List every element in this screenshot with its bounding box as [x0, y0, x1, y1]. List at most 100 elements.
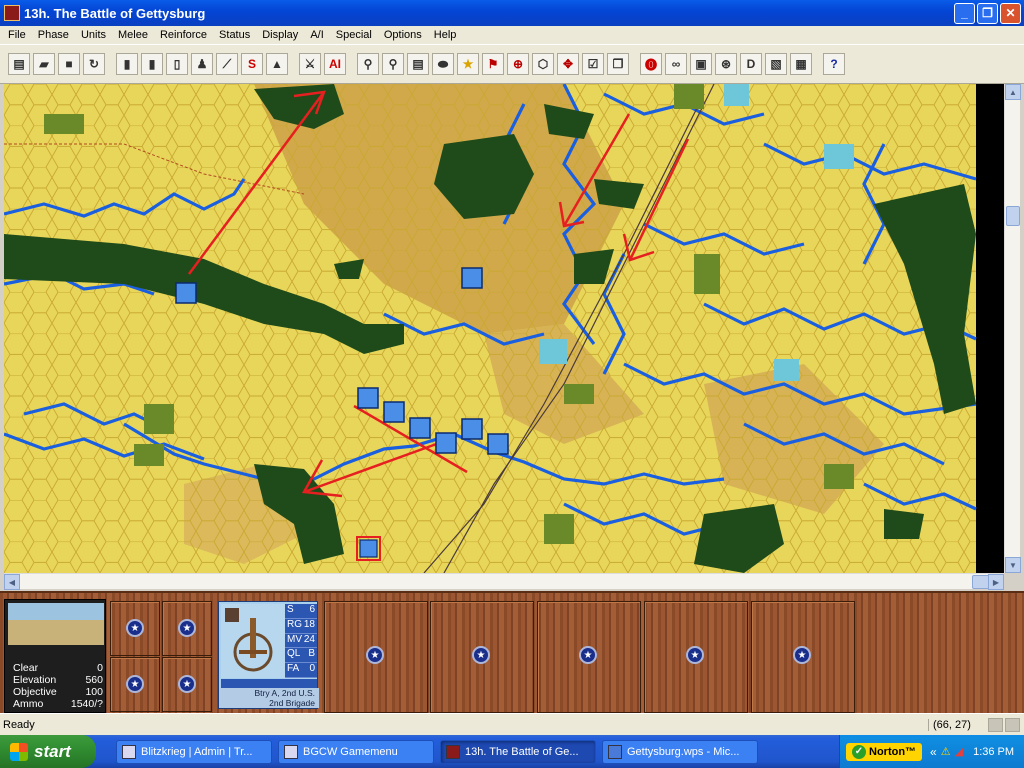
- terrain-info: Clear 0 Elevation 560 Objective 100 Ammo 154…: [4, 599, 106, 713]
- can-icon[interactable]: ▮: [116, 53, 138, 75]
- chevron-left-icon[interactable]: «: [930, 745, 937, 759]
- stop-icon[interactable]: ⓿: [640, 53, 662, 75]
- stat-value: B: [308, 648, 315, 660]
- doc-icon[interactable]: ▧: [765, 53, 787, 75]
- stat-value: 0: [309, 663, 315, 675]
- menu-units[interactable]: Units: [75, 29, 112, 41]
- new-icon[interactable]: ▤: [8, 53, 30, 75]
- restore-button[interactable]: ❐: [977, 2, 998, 24]
- objective-value: 100: [85, 686, 103, 698]
- unit-slot[interactable]: ★: [110, 657, 160, 712]
- window-icon: [284, 744, 298, 759]
- union-star-icon: ★: [579, 646, 597, 664]
- close-button[interactable]: ✕: [1000, 2, 1021, 24]
- terrain-label: Clear: [13, 662, 39, 674]
- help-button[interactable]: ?: [823, 53, 845, 75]
- unit-slot[interactable]: ★: [162, 601, 212, 656]
- menu-special[interactable]: Special: [330, 29, 378, 41]
- speaker-icon[interactable]: ◢: [955, 745, 963, 758]
- lock-icon[interactable]: ▣: [690, 53, 712, 75]
- menu-status[interactable]: Status: [213, 29, 256, 41]
- flag-icon[interactable]: ⚑: [482, 53, 504, 75]
- check-icon: ✓: [852, 744, 866, 759]
- stat-value: 24: [303, 633, 315, 645]
- scroll-down-icon[interactable]: ▼: [1005, 557, 1021, 573]
- pin-icon[interactable]: ⚲: [357, 53, 379, 75]
- ai-button[interactable]: AI: [324, 53, 346, 75]
- menu-melee[interactable]: Melee: [112, 29, 154, 41]
- menu-display[interactable]: Display: [256, 29, 304, 41]
- nav-left-icon[interactable]: [988, 717, 1003, 732]
- taskbar-item[interactable]: Blitzkrieg | Admin | Tr...: [116, 739, 272, 764]
- start-button[interactable]: start: [0, 735, 96, 768]
- check-icon[interactable]: ☑: [582, 53, 604, 75]
- target-icon[interactable]: ⊕: [507, 53, 529, 75]
- pill-icon[interactable]: ▯: [166, 53, 188, 75]
- scroll-thumb[interactable]: [1006, 206, 1020, 226]
- menu-help[interactable]: Help: [428, 29, 463, 41]
- unit-slot[interactable]: ★: [644, 601, 748, 713]
- soldier-icon[interactable]: ♟: [191, 53, 213, 75]
- unit-slot[interactable]: ★: [162, 657, 212, 712]
- unit-slot[interactable]: ★: [430, 601, 534, 713]
- nav-right-icon[interactable]: [1005, 717, 1020, 732]
- pyramid-icon[interactable]: ▲: [266, 53, 288, 75]
- recycle-icon[interactable]: ↻: [83, 53, 105, 75]
- d-button[interactable]: D: [740, 53, 762, 75]
- unit-slot[interactable]: ★: [324, 601, 428, 713]
- pin2-icon[interactable]: ⚲: [382, 53, 404, 75]
- taskbar-item[interactable]: Gettysburg.wps - Mic...: [602, 739, 758, 764]
- map-vertical-scrollbar[interactable]: ▲ ▼: [1004, 84, 1021, 573]
- union-star-icon: ★: [793, 646, 811, 664]
- selected-unit-card[interactable]: S6 RG18 MV24 QLB FA0 ★ Btry A, 2nd U.S. …: [218, 601, 319, 709]
- stat-label: QL: [287, 648, 301, 660]
- union-star-icon: ★: [366, 646, 384, 664]
- s-button[interactable]: S: [241, 53, 263, 75]
- menu-file[interactable]: File: [2, 29, 32, 41]
- union-star-icon: ★: [178, 675, 196, 693]
- scroll-right-icon[interactable]: ▶: [988, 574, 1004, 590]
- game-map[interactable]: [4, 84, 1004, 573]
- scroll-left-icon[interactable]: ◀: [4, 574, 20, 590]
- save-icon[interactable]: ■: [58, 53, 80, 75]
- menu-reinforce[interactable]: Reinforce: [154, 29, 213, 41]
- hat-icon[interactable]: ⬬: [432, 53, 454, 75]
- unit-slot[interactable]: ★: [537, 601, 641, 713]
- menu-ai[interactable]: A/I: [304, 29, 329, 41]
- menu-bar: File Phase Units Melee Reinforce Status …: [0, 26, 1024, 44]
- menu-phase[interactable]: Phase: [32, 29, 75, 41]
- binoculars-icon[interactable]: ∞: [665, 53, 687, 75]
- norton-label: Norton™: [869, 745, 917, 758]
- sword-icon[interactable]: ⚔: [299, 53, 321, 75]
- hex-icon[interactable]: ⬡: [532, 53, 554, 75]
- move-icon[interactable]: ✥: [557, 53, 579, 75]
- taskbar-item[interactable]: BGCW Gamemenu: [278, 739, 434, 764]
- window-icon[interactable]: ▦: [790, 53, 812, 75]
- warning-icon[interactable]: ⚠: [941, 745, 951, 758]
- star-icon[interactable]: ★: [457, 53, 479, 75]
- map-horizontal-scrollbar[interactable]: ◀ ▶: [4, 573, 1004, 590]
- taskbar-item-active[interactable]: 13h. The Battle of Ge...: [440, 739, 596, 764]
- union-star-icon: ★: [126, 619, 144, 637]
- scroll-up-icon[interactable]: ▲: [1005, 84, 1021, 100]
- minimize-button[interactable]: _: [954, 2, 975, 24]
- status-text: Ready: [3, 718, 35, 731]
- hex-coordinates: (66, 27): [928, 718, 988, 731]
- game-icon: [446, 744, 460, 759]
- union-star-icon: ★: [472, 646, 490, 664]
- menu-options[interactable]: Options: [378, 29, 428, 41]
- copy-icon[interactable]: ❐: [607, 53, 629, 75]
- rifle-icon[interactable]: ⟋: [216, 53, 238, 75]
- stat-label: FA: [287, 663, 300, 675]
- unit-name: Btry A, 2nd U.S.: [254, 688, 315, 698]
- norton-button[interactable]: ✓ Norton™: [846, 742, 923, 761]
- unit-slot[interactable]: ★: [110, 601, 160, 656]
- scroll-icon[interactable]: ▤: [407, 53, 429, 75]
- app-icon: [4, 5, 20, 21]
- can2-icon[interactable]: ▮: [141, 53, 163, 75]
- stat-label: S: [287, 604, 294, 615]
- unit-slot[interactable]: ★: [751, 601, 855, 713]
- open-icon[interactable]: ▰: [33, 53, 55, 75]
- taskbar: start Blitzkrieg | Admin | Tr... BGCW Ga…: [0, 735, 1024, 768]
- wheel-icon[interactable]: ⊛: [715, 53, 737, 75]
